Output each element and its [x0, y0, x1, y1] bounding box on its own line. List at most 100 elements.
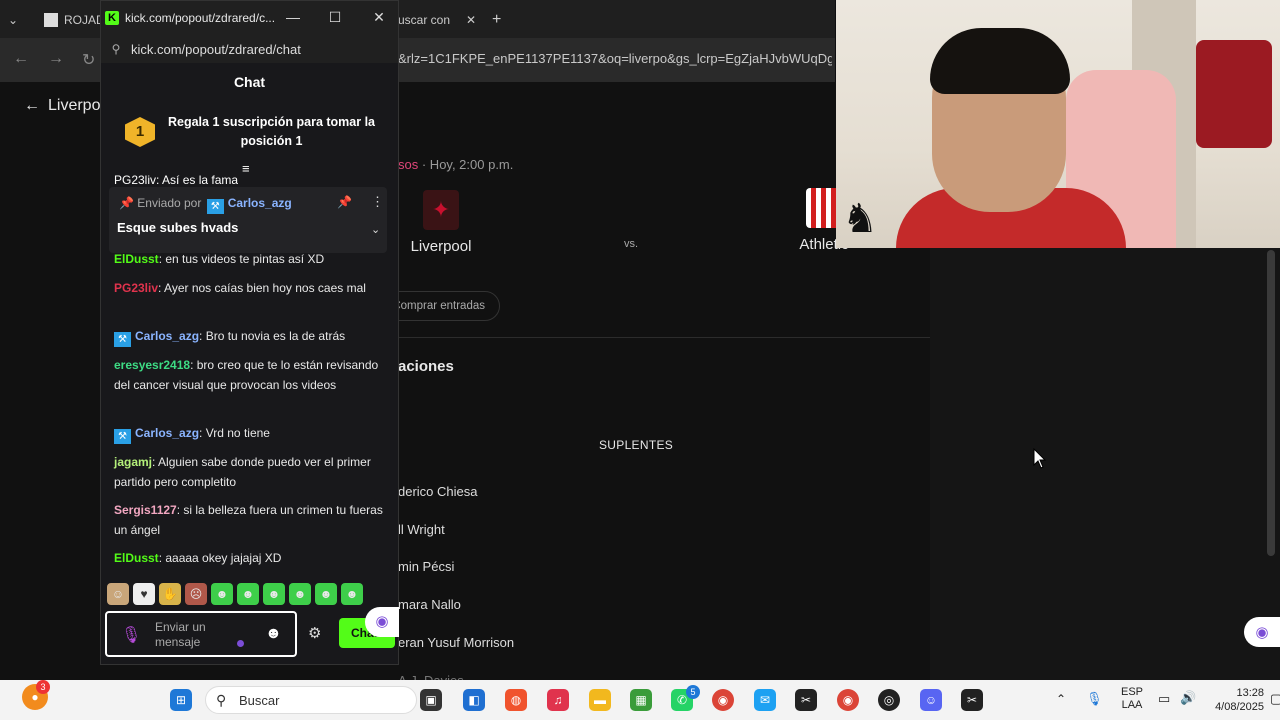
microphone-icon[interactable]: 🎙 — [121, 625, 141, 645]
scrollbar-thumb[interactable] — [1267, 250, 1275, 556]
clock[interactable]: 13:28 4/08/2025 — [1204, 686, 1264, 714]
pinned-message[interactable]: 📌 Enviado por ⚒ Carlos_azg Esque subes hv… — [109, 187, 387, 253]
emote-icon[interactable]: ☻ — [237, 583, 259, 605]
gear-icon[interactable]: ⚙ — [308, 624, 321, 642]
chevron-down-icon[interactable]: ⌄ — [371, 223, 380, 236]
filter-icon[interactable]: ≡ — [242, 161, 250, 176]
notification-count: 3 — [36, 680, 50, 694]
brain-extension-icon[interactable]: ◉ — [365, 607, 399, 637]
person-hair — [930, 28, 1070, 94]
volume-icon[interactable]: 🔊 — [1180, 690, 1196, 706]
divider — [398, 337, 930, 338]
match-competition[interactable]: sos — [398, 157, 418, 172]
close-icon[interactable]: ✕ — [369, 9, 389, 26]
windows-start-icon[interactable]: ⊞ — [170, 689, 192, 711]
capcut-icon[interactable]: ✂ — [795, 689, 817, 711]
microphone-icon[interactable]: 🎙 — [1086, 691, 1103, 707]
chat-message-text: : en tus videos te pintas así XD — [158, 252, 325, 266]
back-arrow-icon: ← — [24, 97, 40, 114]
app-icon[interactable]: ◍ — [505, 689, 527, 711]
forward-arrow-icon[interactable]: → — [48, 50, 64, 68]
tab-rojadirecta[interactable]: ROJAD — [44, 6, 105, 34]
notification-app-icon[interactable]: ● 3 — [22, 680, 50, 710]
more-options-icon[interactable]: ⋮ — [371, 194, 384, 210]
folder-icon[interactable]: ▬ — [589, 689, 611, 711]
chat-message: jagamj: Alguien sabe donde puedo ver el … — [114, 453, 384, 492]
player-name: min Pécsi — [398, 559, 455, 574]
chat-message-text: : Vrd no tiene — [199, 426, 270, 440]
maximize-icon[interactable]: ☐ — [325, 9, 345, 26]
capcut-icon[interactable]: ✂ — [961, 689, 983, 711]
tab-list-button[interactable]: ⌄ — [8, 6, 18, 34]
gift-sub-banner[interactable]: 1 Regala 1 suscripción para tomar la pos… — [101, 103, 398, 161]
back-link[interactable]: ← Liverpo — [24, 97, 100, 115]
chat-username[interactable]: ElDusst — [114, 551, 159, 565]
chevron-up-icon[interactable]: ⌃ — [1056, 692, 1066, 706]
new-tab-button[interactable]: + — [492, 6, 501, 34]
match-time: · Hoy, 2:00 p.m. — [421, 157, 514, 172]
emote-icon[interactable]: ☻ — [211, 583, 233, 605]
network-icon[interactable]: ▭ — [1158, 691, 1170, 707]
hanging-jersey — [1196, 40, 1272, 148]
emote-icon[interactable]: ☻ — [315, 583, 337, 605]
right-panel — [930, 248, 1280, 680]
player-name: derico Chiesa — [398, 484, 478, 499]
clock-time: 13:28 — [1236, 687, 1264, 699]
site-info-icon[interactable]: ⚲ — [101, 42, 131, 56]
emote-icon[interactable]: ✋ — [159, 583, 181, 605]
emote-icon[interactable]: ☻ — [263, 583, 285, 605]
emote-icon[interactable]: ♥ — [133, 583, 155, 605]
language-indicator[interactable]: ESP LAA — [1118, 686, 1146, 712]
lang-layout: LAA — [1121, 699, 1143, 711]
pin-icon[interactable]: 📌 — [337, 195, 352, 209]
obs-icon[interactable]: ◎ — [878, 689, 900, 711]
store-icon[interactable]: ◧ — [463, 689, 485, 711]
chat-username[interactable]: eresyesr2418 — [114, 358, 190, 372]
reload-icon[interactable]: ↻ — [82, 50, 95, 70]
notifications-icon[interactable]: ▢ — [1270, 691, 1280, 707]
chat-username[interactable]: Carlos_azg — [135, 329, 199, 343]
player-name: eran Yusuf Morrison — [398, 635, 515, 650]
chat-message: ElDusst: aaaaa okey jajajaj XD — [114, 549, 384, 569]
chat-username[interactable]: PG23liv — [114, 281, 158, 295]
liverpool-crest-icon: ✦ — [423, 190, 459, 230]
emoji-picker-icon[interactable]: ☻ — [265, 625, 282, 643]
taskbar-search[interactable]: ⚲ Buscar — [205, 686, 417, 714]
popup-address-bar[interactable]: ⚲ kick.com/popout/zdrared/chat — [101, 35, 398, 63]
emote-icon[interactable]: ☻ — [289, 583, 311, 605]
pinned-username[interactable]: Carlos_azg — [228, 196, 292, 210]
search-icon: ⚲ — [216, 692, 227, 708]
chat-message-text: : Alguien sabe donde puedo ver el primer… — [114, 455, 371, 489]
twitter-icon[interactable]: ✉ — [754, 689, 776, 711]
tab-search[interactable]: uscar con ✕ — [398, 6, 478, 34]
minimize-icon[interactable]: — — [283, 9, 303, 25]
home-team[interactable]: ✦ Liverpool — [402, 190, 480, 255]
minecraft-icon[interactable]: ▦ — [630, 689, 652, 711]
discord-icon[interactable]: ☺ — [920, 689, 942, 711]
chat-username[interactable]: jagamj — [114, 455, 152, 469]
chrome-active-icon[interactable]: ◉ — [837, 689, 859, 711]
chat-username[interactable]: ElDusst — [114, 252, 159, 266]
chat-message-text: : Bro tu novia es la de atrás — [199, 329, 346, 343]
search-label: Buscar — [239, 693, 280, 708]
emote-icon[interactable]: ☹ — [185, 583, 207, 605]
chat-username[interactable]: Sergis1127 — [114, 503, 177, 517]
music-icon[interactable]: ♫ — [547, 689, 569, 711]
substitutes-heading: SUPLENTES — [599, 438, 674, 452]
chat-message-input[interactable]: 🎙 Enviar un mensaje ☻ — [105, 611, 297, 657]
task-view-icon[interactable]: ▣ — [420, 689, 442, 711]
chrome-icon[interactable]: ◉ — [712, 689, 734, 711]
emote-icon[interactable]: ☺ — [107, 583, 129, 605]
chat-message-partial: PG23liv: Así es la fama — [114, 173, 239, 185]
brain-extension-icon[interactable]: ◉ — [1244, 617, 1280, 647]
gift-rank-badge: 1 — [125, 117, 155, 147]
lineups-title: aciones — [398, 358, 454, 375]
chat-username[interactable]: Carlos_azg — [135, 426, 199, 440]
clock-date: 4/08/2025 — [1215, 701, 1264, 713]
address-bar-url[interactable]: &rlz=1C1FKPE_enPE1137PE1137&oq=liverpo&g… — [398, 51, 832, 66]
close-tab-icon[interactable]: ✕ — [466, 13, 476, 27]
moderator-badge-icon: ⚒ — [114, 332, 131, 347]
back-arrow-icon[interactable]: ← — [13, 50, 29, 68]
emote-icon[interactable]: ☻ — [341, 583, 363, 605]
chat-popup-window: K kick.com/popout/zdrared/c... — ☐ ✕ ⚲ k… — [100, 0, 399, 665]
